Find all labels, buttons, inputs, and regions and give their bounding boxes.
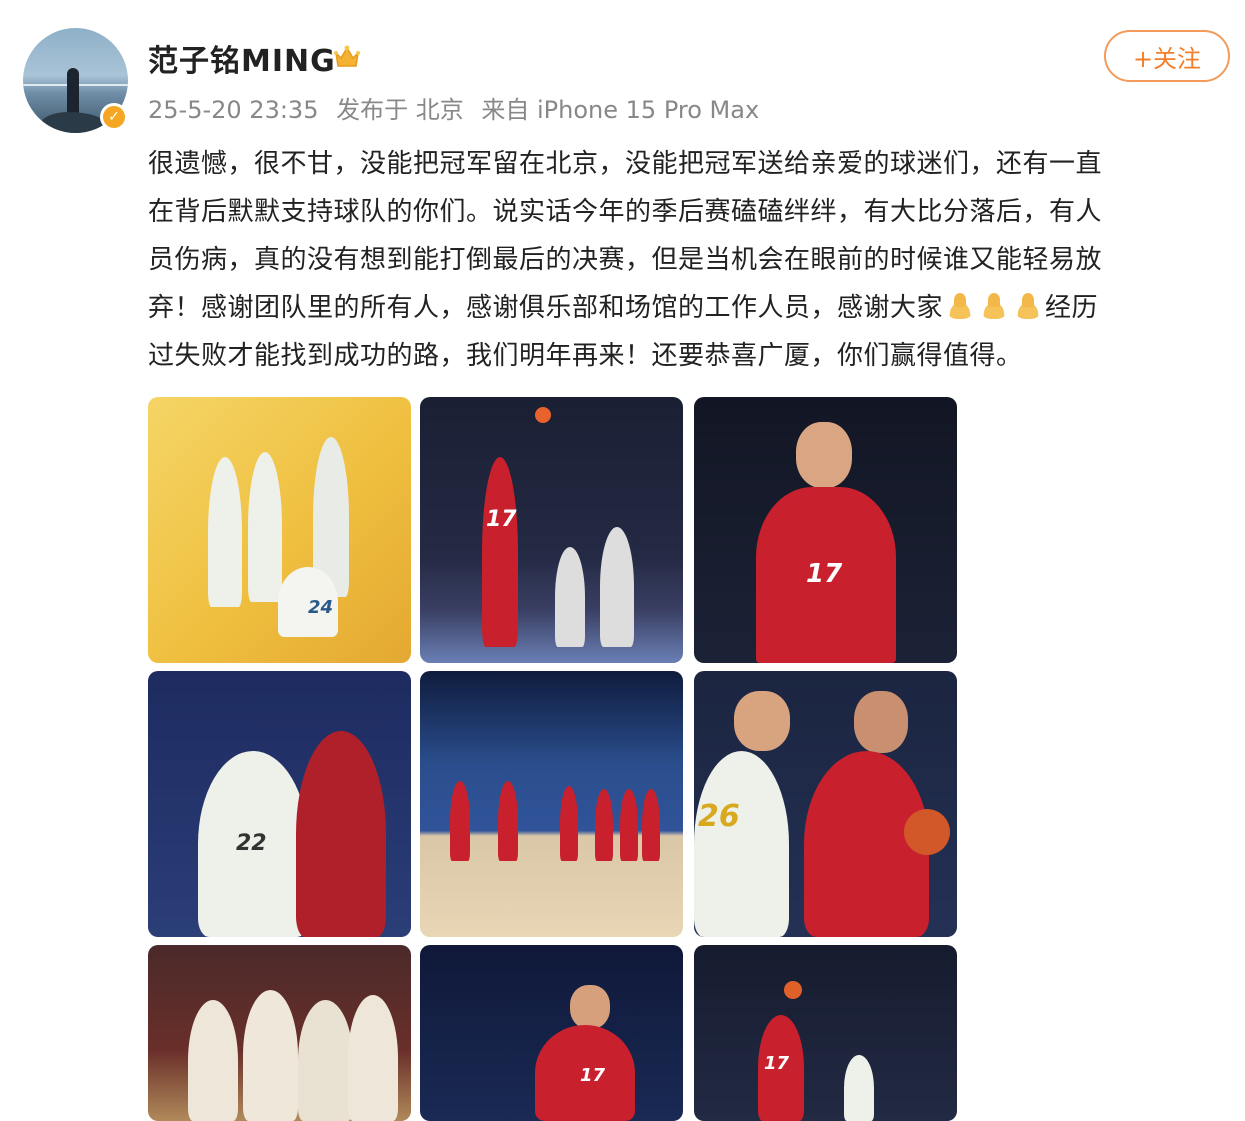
post-line: 员伤病，真的没有想到能打倒最后的决赛，但是当机会在眼前的时候谁又能轻易放 [148,245,1103,275]
v-verified-icon: ✓ [100,103,128,131]
avatar-person [67,68,79,116]
jersey-number: 17 [764,1053,790,1074]
post-line: 在背后默默支持球队的你们。说实话今年的季后赛磕磕绊绊，有大比分落后，有人 [148,197,1103,227]
jersey-number: 17 [806,559,843,589]
photo-thumbnail[interactable]: 17 [694,945,957,1121]
pray-hands-icon [981,293,1008,319]
crown-icon [334,45,360,67]
photo-thumbnail[interactable]: 22 [148,671,411,937]
post-line-part: 经历 [1045,293,1099,323]
pray-hands-icon [1015,293,1042,319]
post-meta: 25-5-20 23:35 发布于 北京 来自 iPhone 15 Pro Ma… [148,90,769,125]
jersey-number: 24 [308,597,334,618]
follow-button[interactable]: +关注 [1104,30,1230,82]
post-line-part: 弃！感谢团队里的所有人，感谢俱乐部和场馆的工作人员，感谢大家 [148,293,944,323]
photo-thumbnail[interactable]: 26 [694,671,957,937]
photo-thumbnail[interactable]: 17 [694,397,957,663]
photo-thumbnail[interactable]: 17 [420,945,683,1121]
jersey-number: 22 [236,831,267,856]
username[interactable]: 范子铭MING [148,36,336,80]
pray-hands-icon [947,293,974,319]
post-line: 过失败才能找到成功的路，我们明年再来！还要恭喜广厦，你们赢得值得。 [148,341,1023,371]
post-line: 很遗憾，很不甘，没能把冠军留在北京，没能把冠军送给亲爱的球迷们，还有一直 [148,149,1103,179]
jersey-number: 17 [580,1065,606,1086]
photo-thumbnail[interactable]: 17 [420,397,683,663]
post-date[interactable]: 25-5-20 23:35 [148,96,318,124]
jersey-number: 26 [698,799,740,834]
post-text: 很遗憾，很不甘，没能把冠军留在北京，没能把冠军送给亲爱的球迷们，还有一直 在背后… [148,140,1233,380]
photo-thumbnail[interactable] [420,671,683,937]
photo-thumbnail[interactable]: 24 [148,397,411,663]
post-location: 发布于 北京 [336,96,464,124]
post-line: 弃！感谢团队里的所有人，感谢俱乐部和场馆的工作人员，感谢大家 经历 [148,284,1233,332]
photo-thumbnail[interactable] [148,945,411,1121]
jersey-number: 17 [486,507,517,532]
post-device: 来自 iPhone 15 Pro Max [481,96,760,124]
